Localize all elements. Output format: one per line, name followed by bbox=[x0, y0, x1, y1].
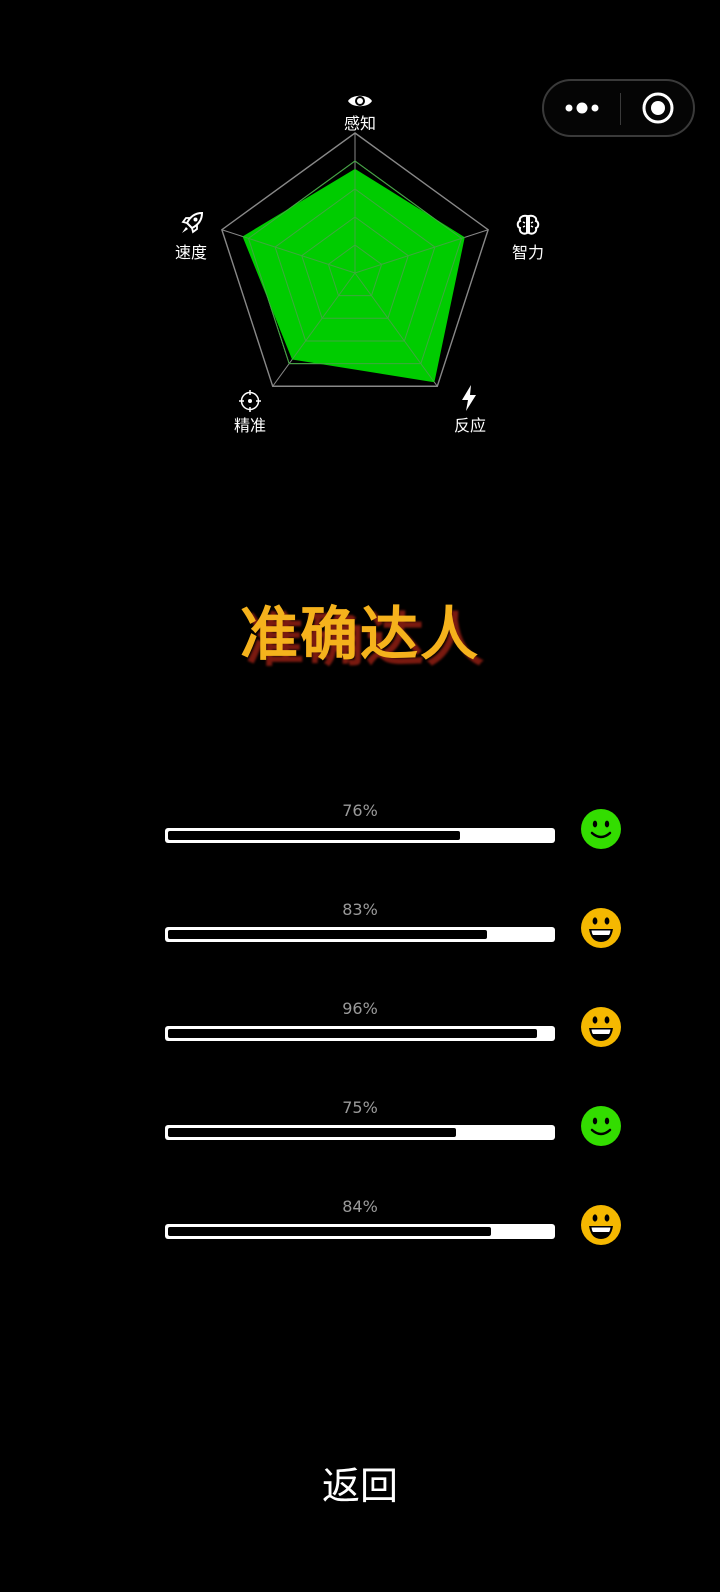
axis-label-precision: 精准 bbox=[233, 416, 266, 435]
score-progress-fill bbox=[168, 831, 460, 840]
axis-label-perception: 感知 bbox=[343, 114, 376, 133]
score-percent: 96% bbox=[342, 999, 378, 1018]
score-progress-fill bbox=[168, 930, 487, 939]
grin-icon bbox=[581, 908, 621, 948]
score-progress-fill bbox=[168, 1029, 537, 1038]
axis-label-speed: 速度 bbox=[174, 243, 207, 262]
radar-svg bbox=[221, 132, 489, 387]
score-progress-fill bbox=[168, 1227, 491, 1236]
score-percent: 84% bbox=[342, 1197, 378, 1216]
back-button[interactable]: 返回 bbox=[260, 1455, 460, 1508]
score-percent: 83% bbox=[342, 900, 378, 919]
score-progress-fill bbox=[168, 1128, 456, 1137]
axis-label-reaction: 反应 bbox=[453, 416, 486, 435]
rocket-icon bbox=[177, 210, 207, 236]
grin-icon bbox=[581, 1007, 621, 1047]
score-percent: 76% bbox=[342, 801, 378, 820]
grin-icon bbox=[581, 1205, 621, 1245]
radar-chart: 感知 智力 反应 精准 速度 bbox=[0, 0, 720, 460]
score-row: 84% bbox=[0, 1197, 720, 1257]
score-row: 96% bbox=[0, 999, 720, 1059]
score-percent: 75% bbox=[342, 1098, 378, 1117]
score-progress-bar bbox=[165, 1125, 555, 1140]
smile-icon bbox=[581, 1106, 621, 1146]
score-row: 83% bbox=[0, 900, 720, 960]
result-title: 准确达人 bbox=[239, 600, 480, 668]
score-progress-bar bbox=[165, 828, 555, 843]
score-progress-bar bbox=[165, 1224, 555, 1239]
axis-label-intellect: 智力 bbox=[511, 243, 544, 262]
smile-icon bbox=[581, 809, 621, 849]
score-progress-bar bbox=[165, 927, 555, 942]
lightning-icon bbox=[454, 385, 484, 411]
score-row: 75% bbox=[0, 1098, 720, 1158]
brain-icon bbox=[513, 212, 543, 238]
score-progress-bar bbox=[165, 1026, 555, 1041]
score-row: 76% bbox=[0, 801, 720, 861]
crosshair-icon bbox=[235, 388, 265, 414]
